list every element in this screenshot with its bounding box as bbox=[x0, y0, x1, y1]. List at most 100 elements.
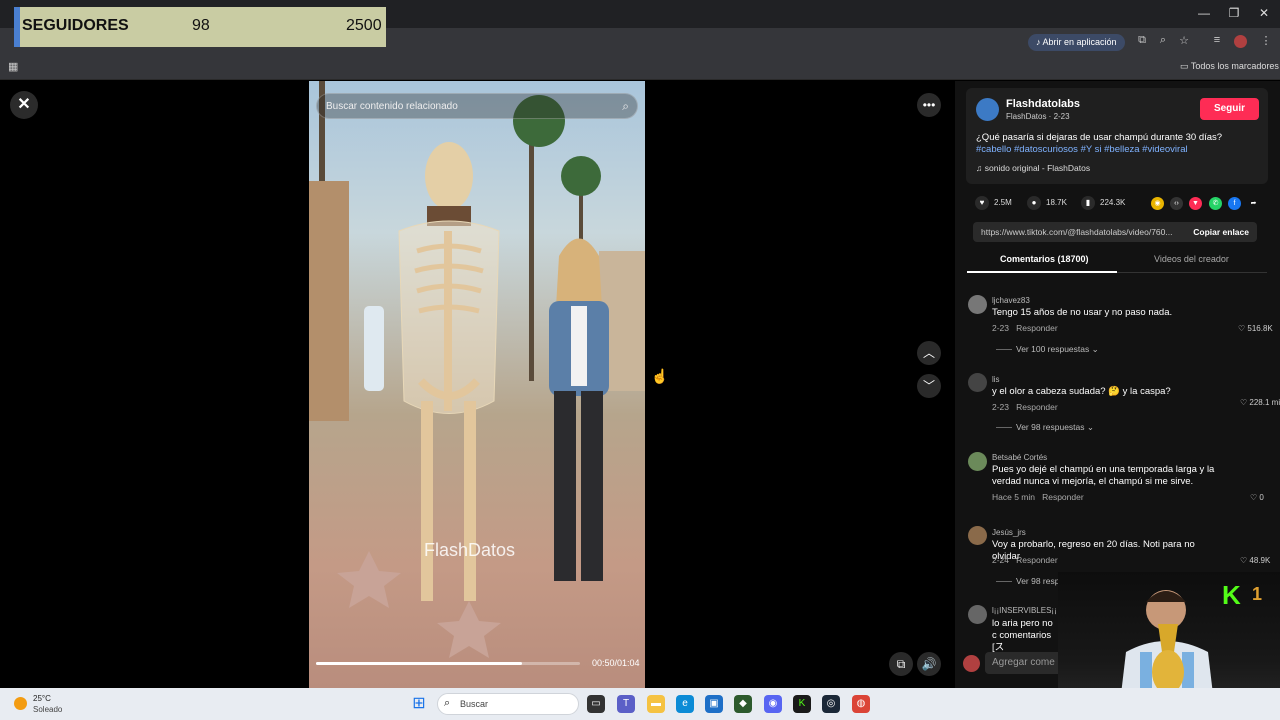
comment-like-button[interactable]: ♡ 228.1 mil bbox=[1240, 398, 1280, 407]
bookmarks-bar bbox=[0, 56, 1280, 80]
followers-goal: 2500 bbox=[346, 17, 382, 34]
author-avatar[interactable] bbox=[976, 98, 999, 121]
comment-username[interactable]: lis bbox=[992, 375, 1000, 384]
tab-creator-videos[interactable]: Videos del creador bbox=[1154, 254, 1229, 264]
view-replies-button[interactable]: Ver 98 resp bbox=[996, 576, 1059, 586]
view-replies-button[interactable]: Ver 98 respuestas ⌄ bbox=[996, 422, 1094, 433]
video-time: 00:50/01:04 bbox=[592, 658, 640, 668]
comment-username[interactable]: l¡¡INSERVIBLES¡¡ bbox=[992, 606, 1057, 615]
comment-date: Hace 5 min bbox=[992, 492, 1035, 502]
my-avatar bbox=[963, 655, 980, 672]
video-player[interactable] bbox=[309, 81, 645, 688]
video-frame-illustration bbox=[309, 81, 645, 658]
related-search-input[interactable]: Buscar contenido relacionado ⌕ bbox=[316, 93, 638, 119]
comment-avatar[interactable] bbox=[968, 295, 987, 314]
reply-button[interactable]: Responder bbox=[1016, 402, 1058, 412]
file-explorer-icon[interactable]: ▬ bbox=[647, 695, 665, 713]
app-icon[interactable]: ◆ bbox=[734, 695, 752, 713]
save-stat[interactable]: ▮ 224.3K bbox=[1081, 196, 1125, 210]
weather-condition[interactable]: Soleado bbox=[33, 705, 62, 714]
next-video-button[interactable]: ﹀ bbox=[917, 374, 941, 398]
video-progress-fill bbox=[316, 662, 522, 665]
tab-comments[interactable]: Comentarios (18700) bbox=[1000, 254, 1089, 264]
like-stat[interactable]: ♥ 2.5M bbox=[975, 196, 1012, 210]
followers-count: 98 bbox=[192, 17, 210, 34]
follow-button[interactable]: Seguir bbox=[1200, 98, 1259, 120]
comment-avatar[interactable] bbox=[968, 452, 987, 471]
video-link[interactable]: https://www.tiktok.com/@flashdatolabs/vi… bbox=[981, 227, 1172, 237]
comment-stat[interactable]: ● 18.7K bbox=[1027, 196, 1067, 210]
minimize-icon[interactable]: — bbox=[1196, 6, 1212, 20]
comment-avatar[interactable] bbox=[968, 373, 987, 392]
translate-icon[interactable]: ⧉ bbox=[1135, 34, 1149, 47]
comment-icon: ● bbox=[1027, 196, 1041, 210]
video-watermark: FlashDatos bbox=[424, 540, 516, 560]
view-replies-button[interactable]: Ver 100 respuestas ⌄ bbox=[996, 344, 1099, 355]
comment-text: Tengo 15 años de no usar y no paso nada. bbox=[992, 307, 1173, 318]
apps-grid-icon[interactable]: ▦ bbox=[8, 60, 18, 73]
copy-link-button[interactable]: Copiar enlace bbox=[1193, 227, 1249, 237]
whatsapp-icon[interactable]: ✆ bbox=[1209, 197, 1222, 210]
comment-like-button[interactable]: ♡ 48.9K bbox=[1240, 556, 1270, 565]
floating-player-button[interactable]: ⧉ bbox=[889, 652, 913, 676]
kick-app-icon[interactable]: K bbox=[793, 695, 811, 713]
comment-text: y el olor a cabeza sudada? 🤔 y la caspa? bbox=[992, 386, 1171, 397]
windows-start-icon[interactable]: ⊞ bbox=[410, 695, 428, 713]
volume-button[interactable]: 🔊 bbox=[917, 652, 941, 676]
restore-icon[interactable]: ❐ bbox=[1226, 6, 1242, 20]
comment-date: 2-24 bbox=[992, 555, 1010, 565]
more-menu-icon[interactable]: ⋮ bbox=[1259, 34, 1273, 47]
comment-username[interactable]: ljchavez83 bbox=[992, 296, 1030, 305]
more-options-button[interactable]: ••• bbox=[917, 93, 941, 117]
teams-icon[interactable]: T bbox=[617, 695, 635, 713]
edge-icon[interactable]: e bbox=[676, 695, 694, 713]
weather-temp[interactable]: 25°C bbox=[33, 694, 51, 703]
media-control-icon[interactable]: ≡ bbox=[1210, 34, 1224, 46]
add-comment-input[interactable]: Agregar come bbox=[985, 652, 1065, 674]
sound-link[interactable]: ♫ sonido original - FlashDatos bbox=[976, 163, 1090, 173]
open-in-app-label: Abrir en aplicación bbox=[1042, 37, 1117, 47]
all-bookmarks-link[interactable]: ▭ Todos los marcadores bbox=[1180, 61, 1279, 72]
repost-icon[interactable]: ▼ bbox=[1189, 197, 1202, 210]
open-in-app-button[interactable]: ♪ Abrir en aplicación bbox=[1028, 34, 1125, 51]
reply-button[interactable]: Responder bbox=[1042, 492, 1084, 502]
comment-username[interactable]: Betsabé Cortés bbox=[992, 453, 1047, 462]
cursor-hand-icon: ☝ bbox=[651, 368, 669, 384]
kick-counter: 1 bbox=[1252, 584, 1263, 604]
comment-date: 2-23 bbox=[992, 323, 1010, 333]
profile-avatar[interactable] bbox=[1234, 35, 1247, 48]
close-window-icon[interactable]: ✕ bbox=[1256, 6, 1272, 20]
comment-avatar[interactable] bbox=[968, 605, 987, 624]
followers-label: SEGUIDORES bbox=[22, 17, 129, 34]
reply-button[interactable]: Responder bbox=[1016, 323, 1058, 333]
share-arrow-icon[interactable]: ➦ bbox=[1247, 197, 1260, 210]
previous-video-button[interactable]: ︿ bbox=[917, 341, 941, 365]
taskbar-search-input[interactable]: ⌕ Buscar bbox=[437, 693, 579, 715]
comment-like-button[interactable]: ♡ 516.8K bbox=[1238, 324, 1273, 333]
discord-icon[interactable]: ◉ bbox=[764, 695, 782, 713]
related-search-placeholder: Buscar contenido relacionado bbox=[326, 101, 458, 112]
link-box: https://www.tiktok.com/@flashdatolabs/vi… bbox=[973, 222, 1257, 242]
comment-username[interactable]: Jesús_jrs bbox=[992, 528, 1026, 537]
screen: — ❐ ✕ ♪ Abrir en aplicación ⧉ ⌕ ☆ ≡ ⋮ ▦ … bbox=[0, 0, 1280, 720]
music-note-icon: ♫ bbox=[976, 163, 983, 173]
heart-icon: ♥ bbox=[975, 196, 989, 210]
task-view-icon[interactable]: ▭ bbox=[587, 695, 605, 713]
reply-button[interactable]: Responder bbox=[1016, 555, 1058, 565]
kick-logo: K bbox=[1222, 580, 1241, 610]
post-hashtags[interactable]: #cabello #datoscuriosos #Y si #belleza #… bbox=[976, 144, 1188, 155]
store-icon[interactable]: ▣ bbox=[705, 695, 723, 713]
comment-avatar[interactable] bbox=[968, 526, 987, 545]
comment-like-button[interactable]: ♡ 0 bbox=[1250, 493, 1264, 502]
close-video-button[interactable]: ✕ bbox=[10, 91, 38, 119]
video-progress-bar[interactable] bbox=[316, 662, 580, 665]
star-icon[interactable]: ☆ bbox=[1177, 34, 1191, 47]
embed-icon[interactable]: ‹› bbox=[1170, 197, 1183, 210]
coin-share-icon[interactable]: ◉ bbox=[1151, 197, 1164, 210]
zoom-icon[interactable]: ⌕ bbox=[1156, 34, 1170, 47]
search-icon[interactable]: ⌕ bbox=[622, 99, 629, 114]
facebook-icon[interactable]: f bbox=[1228, 197, 1241, 210]
steam-icon[interactable]: ◎ bbox=[822, 695, 840, 713]
chrome-icon[interactable]: ◍ bbox=[852, 695, 870, 713]
author-name[interactable]: Flashdatolabs bbox=[1006, 98, 1080, 110]
